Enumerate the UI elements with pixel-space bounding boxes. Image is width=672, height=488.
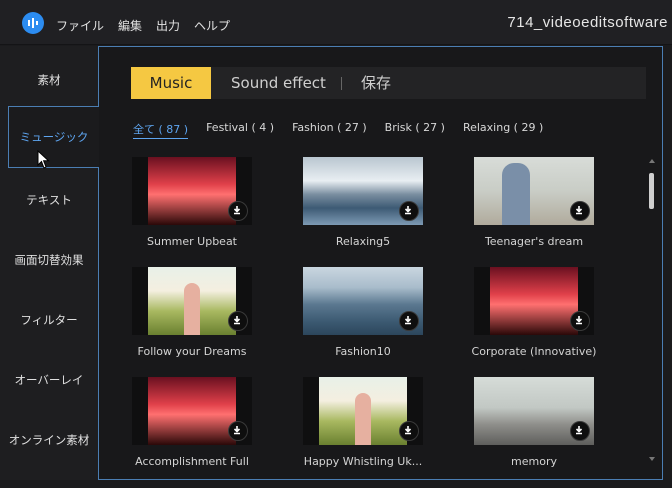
sidebar-item-label: テキスト	[26, 193, 72, 207]
card-title: Accomplishment Full	[135, 455, 249, 468]
app-logo-icon	[22, 12, 44, 34]
menu-edit[interactable]: 編集	[118, 17, 142, 34]
thumbnail-girl-field	[132, 267, 252, 335]
card-title: Follow your Dreams	[137, 345, 247, 358]
window-title: 714_videoeditsoftware	[507, 14, 668, 31]
thumbnail-girl-beach	[474, 157, 594, 225]
card-title: Happy Whistling Uk...	[303, 455, 423, 468]
download-icon[interactable]	[228, 421, 248, 441]
thumbnail-sneakers	[474, 377, 594, 445]
filter-all[interactable]: 全て ( 87 )	[133, 121, 189, 139]
card-title: Corporate (Innovative)	[471, 345, 597, 358]
download-icon[interactable]	[399, 311, 419, 331]
download-icon[interactable]	[570, 201, 590, 221]
music-panel: Music Sound effect 保存 全て ( 87 ) Festival…	[98, 46, 663, 480]
music-card[interactable]: Corporate (Innovative)	[472, 267, 596, 367]
filter-relaxing[interactable]: Relaxing ( 29 )	[463, 121, 543, 139]
tab-divider	[341, 77, 342, 90]
sidebar-item-transitions[interactable]: 画面切替効果	[0, 230, 98, 290]
sidebar-item-filters[interactable]: フィルター	[0, 290, 98, 350]
filter-fashion[interactable]: Fashion ( 27 )	[292, 121, 367, 139]
card-title: Summer Upbeat	[146, 235, 237, 248]
download-icon[interactable]	[570, 421, 590, 441]
sidebar-item-music[interactable]: ミュージック	[8, 106, 99, 168]
download-icon[interactable]	[399, 201, 419, 221]
thumbnail-mountains	[303, 267, 423, 335]
download-icon[interactable]	[228, 201, 248, 221]
tab-bar: Music Sound effect 保存	[131, 67, 646, 99]
menu-help[interactable]: ヘルプ	[194, 17, 230, 34]
card-title: Relaxing5	[335, 235, 391, 248]
thumbnail-concert	[132, 157, 252, 225]
tab-sound-effect[interactable]: Sound effect	[231, 67, 326, 99]
tab-music[interactable]: Music	[131, 67, 211, 99]
music-card[interactable]: Accomplishment Full	[132, 377, 252, 477]
thumbnail-lake-mountains	[303, 157, 423, 225]
sidebar-item-text[interactable]: テキスト	[0, 170, 98, 230]
tab-saved[interactable]: 保存	[361, 67, 391, 99]
sidebar-item-label: 素材	[37, 73, 61, 87]
menu-bar: ファイル 編集 出力 ヘルプ	[56, 17, 230, 34]
download-icon[interactable]	[570, 311, 590, 331]
scroll-down-icon[interactable]	[649, 457, 655, 461]
category-filters: 全て ( 87 ) Festival ( 4 ) Fashion ( 27 ) …	[133, 121, 543, 139]
sidebar-item-overlay[interactable]: オーバーレイ	[0, 350, 98, 410]
title-bar: ファイル 編集 出力 ヘルプ 714_videoeditsoftware	[0, 0, 672, 45]
download-icon[interactable]	[399, 421, 419, 441]
download-icon[interactable]	[228, 311, 248, 331]
sidebar-item-label: フィルター	[20, 313, 78, 327]
music-card[interactable]: memory	[474, 377, 594, 477]
music-card[interactable]: Teenager's dream	[474, 157, 594, 257]
card-title: Fashion10	[335, 345, 391, 358]
filter-brisk[interactable]: Brisk ( 27 )	[385, 121, 445, 139]
filter-festival[interactable]: Festival ( 4 )	[206, 121, 274, 139]
sidebar-item-label: オーバーレイ	[14, 373, 84, 387]
music-card[interactable]: Happy Whistling Uk...	[303, 377, 423, 477]
music-card[interactable]: Follow your Dreams	[132, 267, 252, 367]
sidebar-item-label: オンライン素材	[8, 433, 90, 447]
card-title: memory	[511, 455, 557, 468]
scroll-up-icon[interactable]	[649, 159, 655, 163]
menu-export[interactable]: 出力	[156, 17, 180, 34]
card-title: Teenager's dream	[484, 235, 584, 248]
sidebar-item-label: 画面切替効果	[14, 253, 84, 267]
scrollbar[interactable]	[649, 159, 655, 465]
music-card[interactable]: Summer Upbeat	[132, 157, 252, 257]
sidebar-item-label: ミュージック	[19, 130, 89, 144]
music-card[interactable]: Fashion10	[303, 267, 423, 367]
thumbnail-concert	[474, 267, 594, 335]
sidebar: 素材 ミュージック テキスト 画面切替効果 フィルター オーバーレイ オンライン…	[0, 46, 99, 480]
thumbnail-girl-field	[303, 377, 423, 445]
sidebar-item-media[interactable]: 素材	[0, 50, 98, 110]
thumbnail-concert	[132, 377, 252, 445]
sidebar-item-online-media[interactable]: オンライン素材	[0, 410, 98, 470]
menu-file[interactable]: ファイル	[56, 17, 104, 34]
music-card[interactable]: Relaxing5	[303, 157, 423, 257]
scrollbar-thumb[interactable]	[649, 173, 654, 209]
mouse-cursor-icon	[37, 150, 50, 169]
